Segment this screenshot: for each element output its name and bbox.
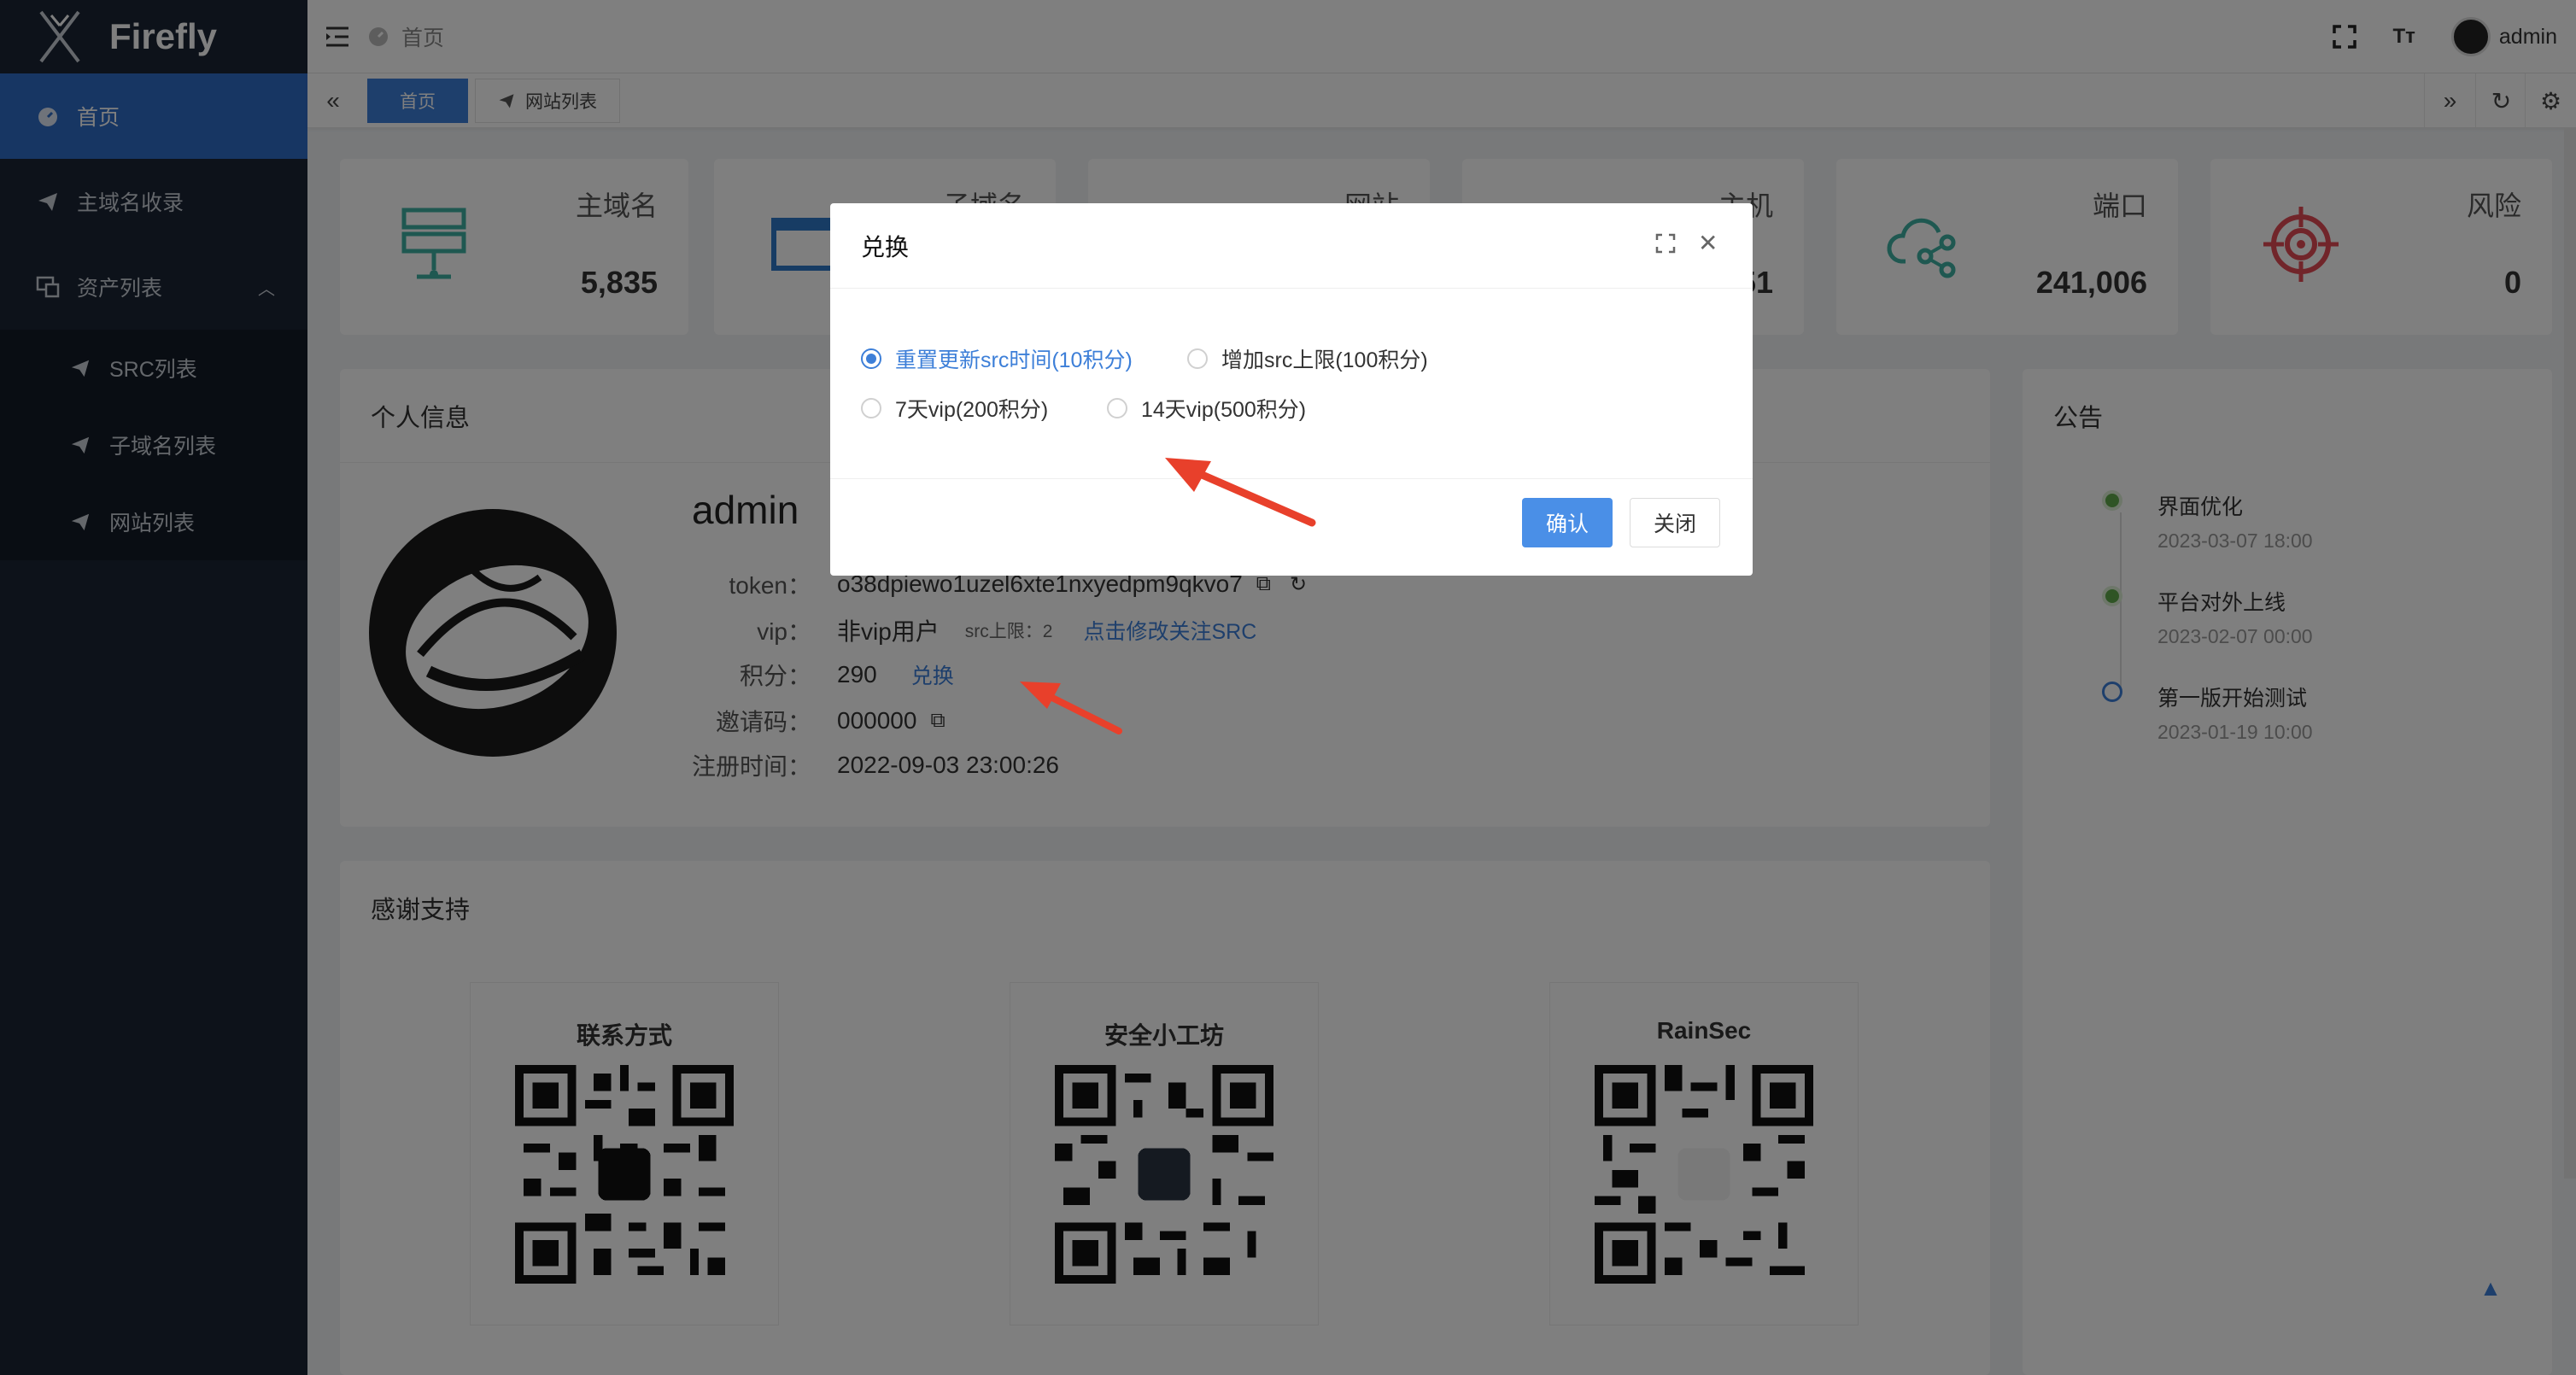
option-vip-14-days[interactable]: 14天vip(500积分): [1107, 393, 1306, 424]
close-button[interactable]: 关闭: [1630, 498, 1720, 547]
close-icon[interactable]: ✕: [1698, 229, 1718, 257]
radio-dot: [861, 398, 881, 418]
annotation-arrow: [1020, 682, 1122, 734]
option-increase-src-limit[interactable]: 增加src上限(100积分): [1187, 343, 1428, 374]
radio-dot: [1187, 348, 1208, 369]
radio-dot: [1107, 398, 1127, 418]
option-reset-src-time[interactable]: 重置更新src时间(10积分): [861, 343, 1133, 374]
maximize-icon[interactable]: [1655, 232, 1676, 260]
option-label: 增加src上限(100积分): [1221, 348, 1428, 372]
dialog-title: 兑换: [830, 203, 1753, 289]
option-vip-7-days[interactable]: 7天vip(200积分): [861, 393, 1048, 424]
option-label: 14天vip(500积分): [1141, 398, 1307, 422]
option-label: 重置更新src时间(10积分): [895, 348, 1133, 372]
option-label: 7天vip(200积分): [895, 398, 1049, 422]
annotation-arrow: [1165, 458, 1316, 527]
radio-dot: [861, 348, 881, 369]
confirm-button[interactable]: 确认: [1522, 498, 1613, 547]
